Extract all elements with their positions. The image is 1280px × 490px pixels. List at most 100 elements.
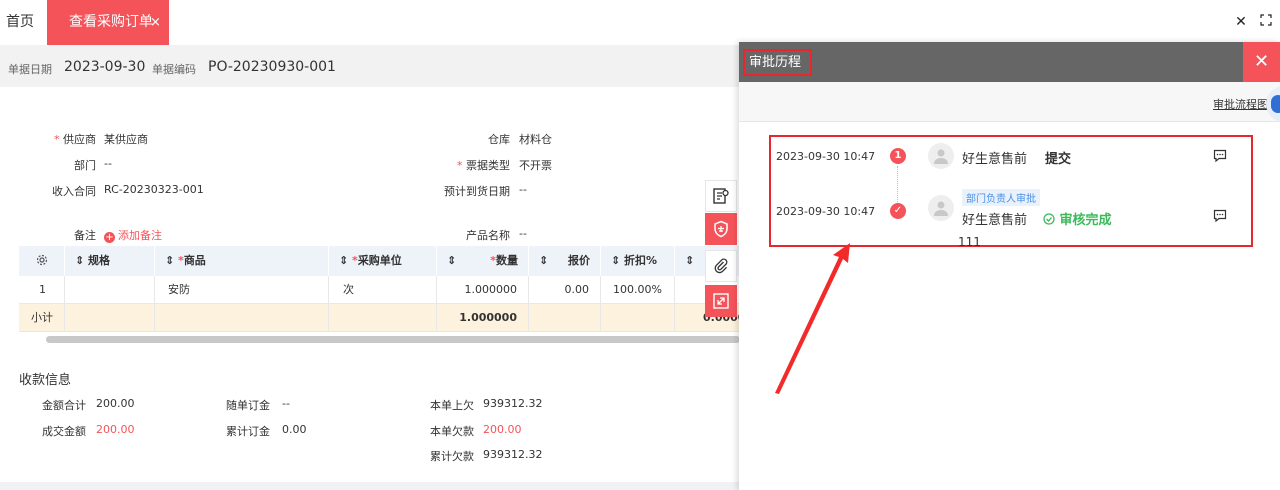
supplier-value: 某供应商	[104, 133, 148, 146]
warehouse-value: 材料仓	[519, 133, 552, 146]
warehouse-label: 仓库	[488, 133, 510, 146]
column-product[interactable]: ⇕ *商品	[155, 246, 329, 276]
deal-amount-label: 成交金额	[42, 425, 86, 438]
expected-date-value: --	[519, 183, 527, 196]
sort-icon: ⇕	[685, 254, 695, 267]
order-form: * 供应商 某供应商 仓库 材料仓 部门 -- * 票据类型 不开票 收入合同 …	[0, 87, 740, 482]
column-qty[interactable]: ⇕ *数量	[437, 246, 529, 276]
approval-shield-icon[interactable]	[705, 213, 737, 245]
accum-deposit-value: 0.00	[282, 423, 307, 436]
sort-icon: ⇕	[447, 254, 457, 267]
column-discount[interactable]: ⇕ 折扣%	[601, 246, 675, 276]
cell-spec	[65, 276, 155, 304]
supplier-label: * 供应商	[54, 133, 96, 146]
column-unit[interactable]: ⇕ *采购单位	[329, 246, 437, 276]
prev-owed-value: 939312.32	[483, 397, 543, 410]
comment-icon[interactable]	[1213, 149, 1227, 163]
step-time: 2023-09-30 10:47	[776, 150, 876, 163]
owed-value: 200.00	[483, 423, 522, 436]
panel-title: 审批历程	[743, 49, 812, 76]
invoice-type-value: 不开票	[519, 159, 552, 172]
note-label: 备注	[74, 229, 96, 242]
step-check-badge: ✓	[890, 203, 906, 219]
document-icon[interactable]	[705, 180, 737, 212]
expected-date-label: 预计到货日期	[444, 185, 510, 198]
tab-home[interactable]: 首页	[0, 0, 40, 45]
invoice-type-label: * 票据类型	[457, 159, 510, 172]
step-action: 提交	[1045, 152, 1072, 167]
bill-code-value: PO-20230930-001	[208, 59, 336, 75]
row-index: 1	[19, 276, 65, 304]
step-user-name: 好生意售前	[962, 152, 1028, 167]
deposit-value: --	[282, 397, 290, 410]
timeline-connector	[897, 166, 898, 202]
product-name-label: 产品名称	[466, 229, 510, 242]
comment-icon[interactable]	[1213, 209, 1227, 223]
column-spec[interactable]: ⇕ 规格	[65, 246, 155, 276]
close-icon[interactable]: ✕	[1234, 14, 1248, 30]
receipt-section-title: 收款信息	[19, 373, 72, 388]
approval-flowchart-link[interactable]: 审批流程图	[1213, 96, 1268, 112]
sort-icon: ⇕	[339, 254, 353, 267]
product-name-value: --	[519, 227, 527, 240]
bill-date-value: 2023-09-30	[64, 59, 146, 75]
deal-amount-value: 200.00	[96, 423, 135, 436]
subtotal-label: 小计	[19, 304, 65, 332]
app-root: 首页 查看采购订单 × ✕ 单据日期 2023-09-30 单据编码 PO-20…	[0, 0, 1280, 490]
fullscreen-icon[interactable]	[1259, 14, 1273, 30]
step-user-name: 好生意售前	[962, 213, 1028, 228]
subtotal-row: 小计 1.000000 0.0000	[19, 304, 740, 332]
sort-icon: ⇕	[539, 254, 549, 267]
expand-icon[interactable]	[705, 285, 737, 317]
step-time: 2023-09-30 10:47	[776, 205, 876, 218]
department-value: --	[104, 157, 112, 170]
attachment-icon[interactable]	[705, 250, 737, 282]
panel-header: 审批历程 ✕	[739, 42, 1280, 82]
contract-value: RC-20230323-001	[104, 183, 204, 196]
step-role-tag: 部门负责人审批	[962, 189, 1040, 206]
sort-icon: ⇕	[75, 254, 89, 267]
panel-subheader: 审批流程图	[739, 82, 1280, 122]
department-label: 部门	[74, 159, 96, 172]
accum-owed-value: 939312.32	[483, 448, 543, 461]
cell-discount: 100.00%	[601, 276, 675, 304]
step-comment: 111	[958, 235, 981, 249]
bill-date-label: 单据日期	[8, 63, 52, 76]
table-row[interactable]: 1 安防 次 1.000000 0.00 100.00%	[19, 276, 740, 304]
accum-deposit-label: 累计订金	[226, 425, 270, 438]
cell-qty: 1.000000	[437, 276, 529, 304]
check-circle-icon	[1043, 213, 1055, 225]
sort-icon: ⇕	[165, 254, 179, 267]
tab-bar: 首页 查看采购订单 × ✕	[0, 0, 1280, 45]
column-price[interactable]: ⇕ 报价	[529, 246, 601, 276]
accum-owed-label: 累计欠款	[430, 450, 474, 463]
bill-header: 单据日期 2023-09-30 单据编码 PO-20230930-001	[0, 47, 740, 87]
table-header: ⇕ 规格 ⇕ *商品 ⇕ *采购单位 ⇕ *数量 ⇕ 报价 ⇕ 折扣% ⇕	[19, 246, 740, 276]
add-note-button[interactable]: + 添加备注	[104, 227, 162, 243]
owed-label: 本单欠款	[430, 425, 474, 438]
prev-owed-label: 本单上欠	[430, 399, 474, 412]
subtotal-qty: 1.000000	[437, 304, 529, 332]
subtotal-cell	[155, 304, 329, 332]
deposit-label: 随单订金	[226, 399, 270, 412]
tab-view-purchase-order[interactable]: 查看采购订单 ×	[47, 0, 169, 45]
subtotal-cell	[65, 304, 155, 332]
total-amount-value: 200.00	[96, 397, 135, 410]
side-toolbar	[705, 180, 737, 318]
cell-product: 安防	[155, 276, 329, 304]
avatar	[928, 195, 954, 221]
subtotal-cell	[601, 304, 675, 332]
sort-icon: ⇕	[611, 254, 625, 267]
step-number-badge: 1	[890, 148, 906, 164]
column-settings-icon[interactable]	[19, 246, 65, 276]
table-scrollbar[interactable]	[46, 336, 740, 343]
bill-code-label: 单据编码	[152, 63, 196, 76]
cell-unit: 次	[329, 276, 437, 304]
step-status: 审核完成	[1043, 209, 1112, 228]
panel-close-icon[interactable]: ✕	[1243, 42, 1280, 82]
subtotal-cell	[329, 304, 437, 332]
tab-close-icon[interactable]: ×	[150, 0, 161, 45]
approval-history-panel: 审批历程 ✕ 审批流程图 2023-09-30 10:47 1 好生意售前 提交…	[739, 42, 1280, 490]
total-amount-label: 金额合计	[42, 399, 86, 412]
cell-price: 0.00	[529, 276, 601, 304]
